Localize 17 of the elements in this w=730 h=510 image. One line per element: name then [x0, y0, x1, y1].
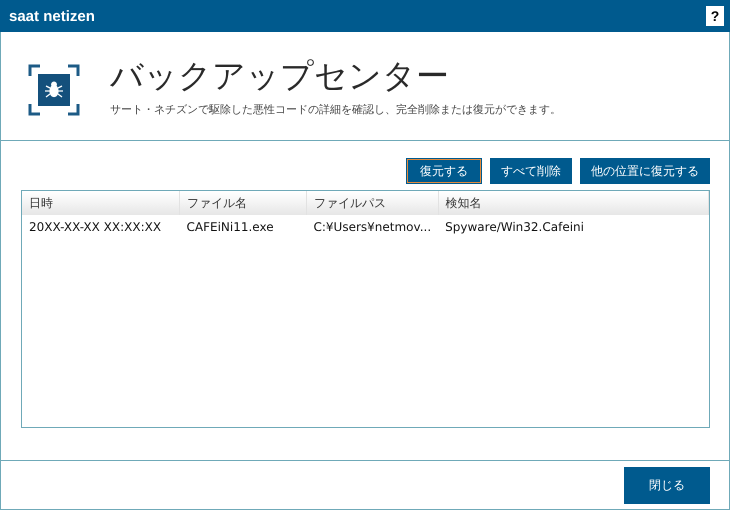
bug-scan-icon [28, 64, 80, 116]
action-button[interactable]: 他の位置に復元する [580, 158, 710, 184]
action-button[interactable]: すべて削除 [490, 158, 572, 184]
table-cell: 20XX-XX-XX XX:XX:XX [22, 215, 180, 239]
column-header[interactable]: ファイル名 [180, 191, 306, 215]
page-description: サート・ネチズンで駆除した悪性コードの詳細を確認し、完全削除または復元ができます。 [110, 102, 561, 116]
table-cell: CAFEiNi11.exe [180, 215, 306, 239]
page-title: バックアップセンター [110, 56, 450, 96]
column-header[interactable]: ファイルパス [306, 191, 438, 215]
table-cell: Spyware/Win32.Cafeini [438, 215, 708, 239]
window-title: saat netizen [9, 8, 95, 24]
close-button[interactable]: 閉じる [624, 466, 710, 504]
action-button[interactable]: 復元する [406, 158, 482, 184]
table-cell: C:¥Users¥netmov... [306, 215, 438, 239]
help-button[interactable]: ? [706, 6, 724, 26]
column-header[interactable]: 検知名 [438, 191, 708, 215]
column-header[interactable]: 日時 [22, 191, 180, 215]
